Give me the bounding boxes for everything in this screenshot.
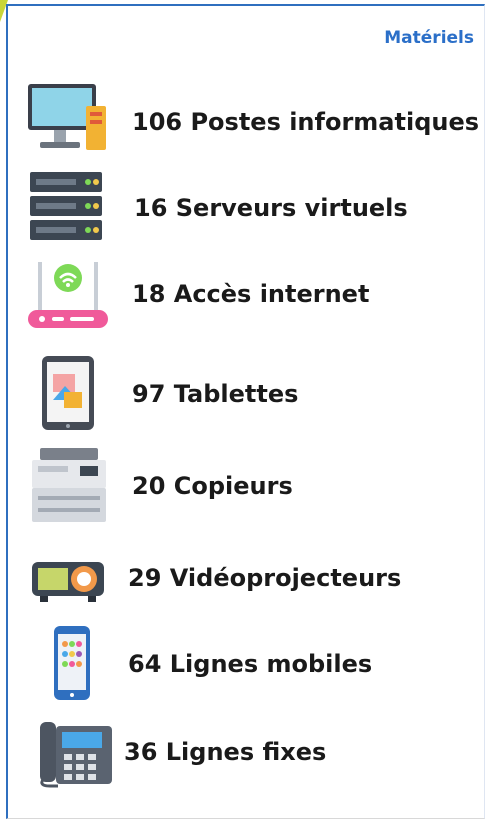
list-item-copieurs: 20 Copieurs — [8, 446, 478, 526]
list-item-lignes-mobiles: 64 Lignes mobiles — [8, 624, 478, 704]
panel-title: Matériels — [384, 28, 474, 48]
item-label: 106 Postes informatiques — [132, 108, 480, 136]
projector-icon — [32, 562, 104, 602]
list-item-videoprojecteurs: 29 Vidéoprojecteurs — [8, 538, 478, 618]
tablet-icon — [42, 356, 94, 430]
list-item-lignes-fixes: 36 Lignes fixes — [8, 712, 478, 792]
wifi-router-icon — [28, 262, 108, 328]
item-label: 16 Serveurs virtuels — [134, 194, 408, 222]
desk-phone-icon — [40, 722, 112, 788]
server-icon — [30, 172, 102, 240]
mobile-phone-icon — [54, 626, 90, 700]
list-item-postes: 106 Postes informatiques — [8, 82, 480, 162]
item-label: 97 Tablettes — [132, 380, 299, 408]
materials-panel: Matériels 106 Postes informatiques 16 Se… — [6, 4, 485, 819]
item-label: 29 Vidéoprojecteurs — [128, 564, 402, 592]
copier-icon — [32, 448, 106, 522]
list-item-acces-internet: 18 Accès internet — [8, 254, 478, 334]
item-label: 18 Accès internet — [132, 280, 370, 308]
item-label: 36 Lignes fixes — [124, 738, 327, 766]
list-item-tablettes: 97 Tablettes — [8, 354, 478, 434]
list-item-serveurs: 16 Serveurs virtuels — [8, 168, 478, 248]
item-label: 20 Copieurs — [132, 472, 293, 500]
item-label: 64 Lignes mobiles — [128, 650, 373, 678]
desktop-computer-icon — [28, 84, 106, 150]
